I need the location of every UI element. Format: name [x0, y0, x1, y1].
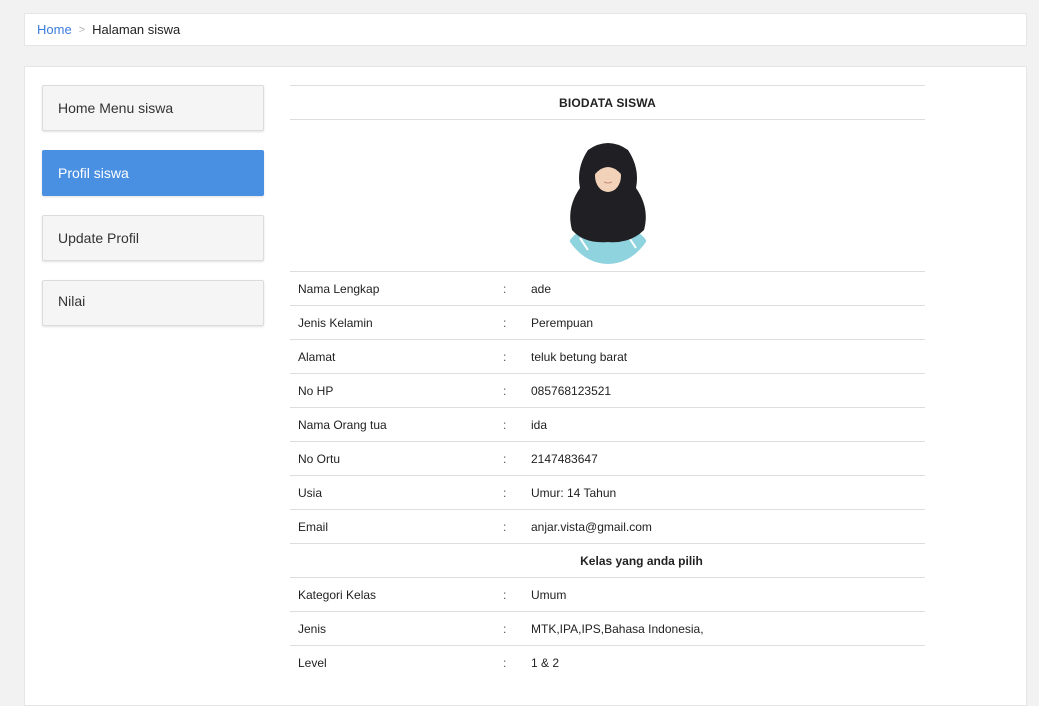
row-value: teluk betung barat	[531, 349, 628, 364]
row-nama-orang-tua: Nama Orang tua : ida	[290, 408, 925, 442]
row-colon: :	[503, 451, 507, 466]
row-label: Email	[298, 519, 329, 534]
row-no-ortu: No Ortu : 2147483647	[290, 442, 925, 476]
menu-item-label: Profil siswa	[58, 165, 129, 181]
section-title: Kelas yang anda pilih	[580, 553, 703, 568]
biodata-title: BIODATA SISWA	[290, 85, 925, 120]
row-nama-lengkap: Nama Lengkap : ade	[290, 272, 925, 306]
row-jenis-kelamin: Jenis Kelamin : Perempuan	[290, 306, 925, 340]
menu-item-profil-siswa[interactable]: Profil siswa	[42, 150, 264, 196]
row-label: No HP	[298, 383, 334, 398]
row-value: ade	[531, 281, 552, 296]
row-value: 2147483647	[531, 451, 598, 466]
photo-row	[290, 120, 925, 272]
row-colon: :	[503, 587, 507, 602]
row-label: Jenis	[298, 621, 327, 636]
content-panel: Home Menu siswa Profil siswa Update Prof…	[24, 66, 1027, 706]
row-value: ida	[531, 417, 548, 432]
breadcrumb-current: Halaman siswa	[92, 22, 181, 37]
menu-item-nilai[interactable]: Nilai	[42, 280, 264, 326]
row-email: Email : anjar.vista@gmail.com	[290, 510, 925, 544]
row-usia: Usia : Umur: 14 Tahun	[290, 476, 925, 510]
row-label: Alamat	[298, 349, 336, 364]
menu-item-update-profil[interactable]: Update Profil	[42, 215, 264, 261]
menu-item-label: Update Profil	[58, 230, 139, 246]
row-label: Nama Lengkap	[298, 281, 380, 296]
biodata-table: BIODATA SISWA Nama Lengkap: ade Jenis K…	[290, 85, 925, 679]
row-label: No Ortu	[298, 451, 341, 466]
row-level: Level : 1 & 2	[290, 646, 925, 679]
breadcrumb: Home > Halaman siswa	[24, 13, 1027, 46]
row-alamat: Alamat : teluk betung barat	[290, 340, 925, 374]
menu-item-home[interactable]: Home Menu siswa	[42, 85, 264, 131]
row-colon: :	[503, 621, 507, 636]
row-value: 1 & 2	[531, 655, 560, 670]
row-colon: :	[503, 281, 507, 296]
row-value: anjar.vista@gmail.com	[531, 519, 652, 534]
row-colon: :	[503, 383, 507, 398]
row-value: Umur: 14 Tahun	[531, 485, 617, 500]
row-value: 085768123521	[531, 383, 612, 398]
row-no-hp: No HP : 085768123521	[290, 374, 925, 408]
row-label: Usia	[298, 485, 323, 500]
row-colon: :	[503, 315, 507, 330]
section-kelas-title: Kelas yang anda pilih	[290, 544, 925, 578]
row-colon: :	[503, 485, 507, 500]
row-colon: :	[503, 519, 507, 534]
row-value: MTK,IPA,IPS,Bahasa Indonesia,	[531, 621, 704, 636]
row-label: Nama Orang tua	[298, 417, 387, 432]
row-label: Kategori Kelas	[298, 587, 377, 602]
row-value: Perempuan	[531, 315, 594, 330]
row-value: Umum	[531, 587, 567, 602]
row-colon: :	[503, 417, 507, 432]
menu-item-label: Home Menu siswa	[58, 100, 174, 116]
row-label: Jenis Kelamin	[298, 315, 373, 330]
row-colon: :	[503, 655, 507, 670]
student-photo	[557, 138, 658, 264]
row-label: Level	[298, 655, 327, 670]
row-kategori-kelas: Kategori Kelas : Umum	[290, 578, 925, 612]
breadcrumb-home-link[interactable]: Home	[37, 22, 72, 37]
row-jenis: Jenis : MTK,IPA,IPS,Bahasa Indonesia,	[290, 612, 925, 646]
breadcrumb-separator: >	[78, 23, 86, 36]
menu-item-label: Nilai	[58, 293, 86, 309]
row-colon: :	[503, 349, 507, 364]
